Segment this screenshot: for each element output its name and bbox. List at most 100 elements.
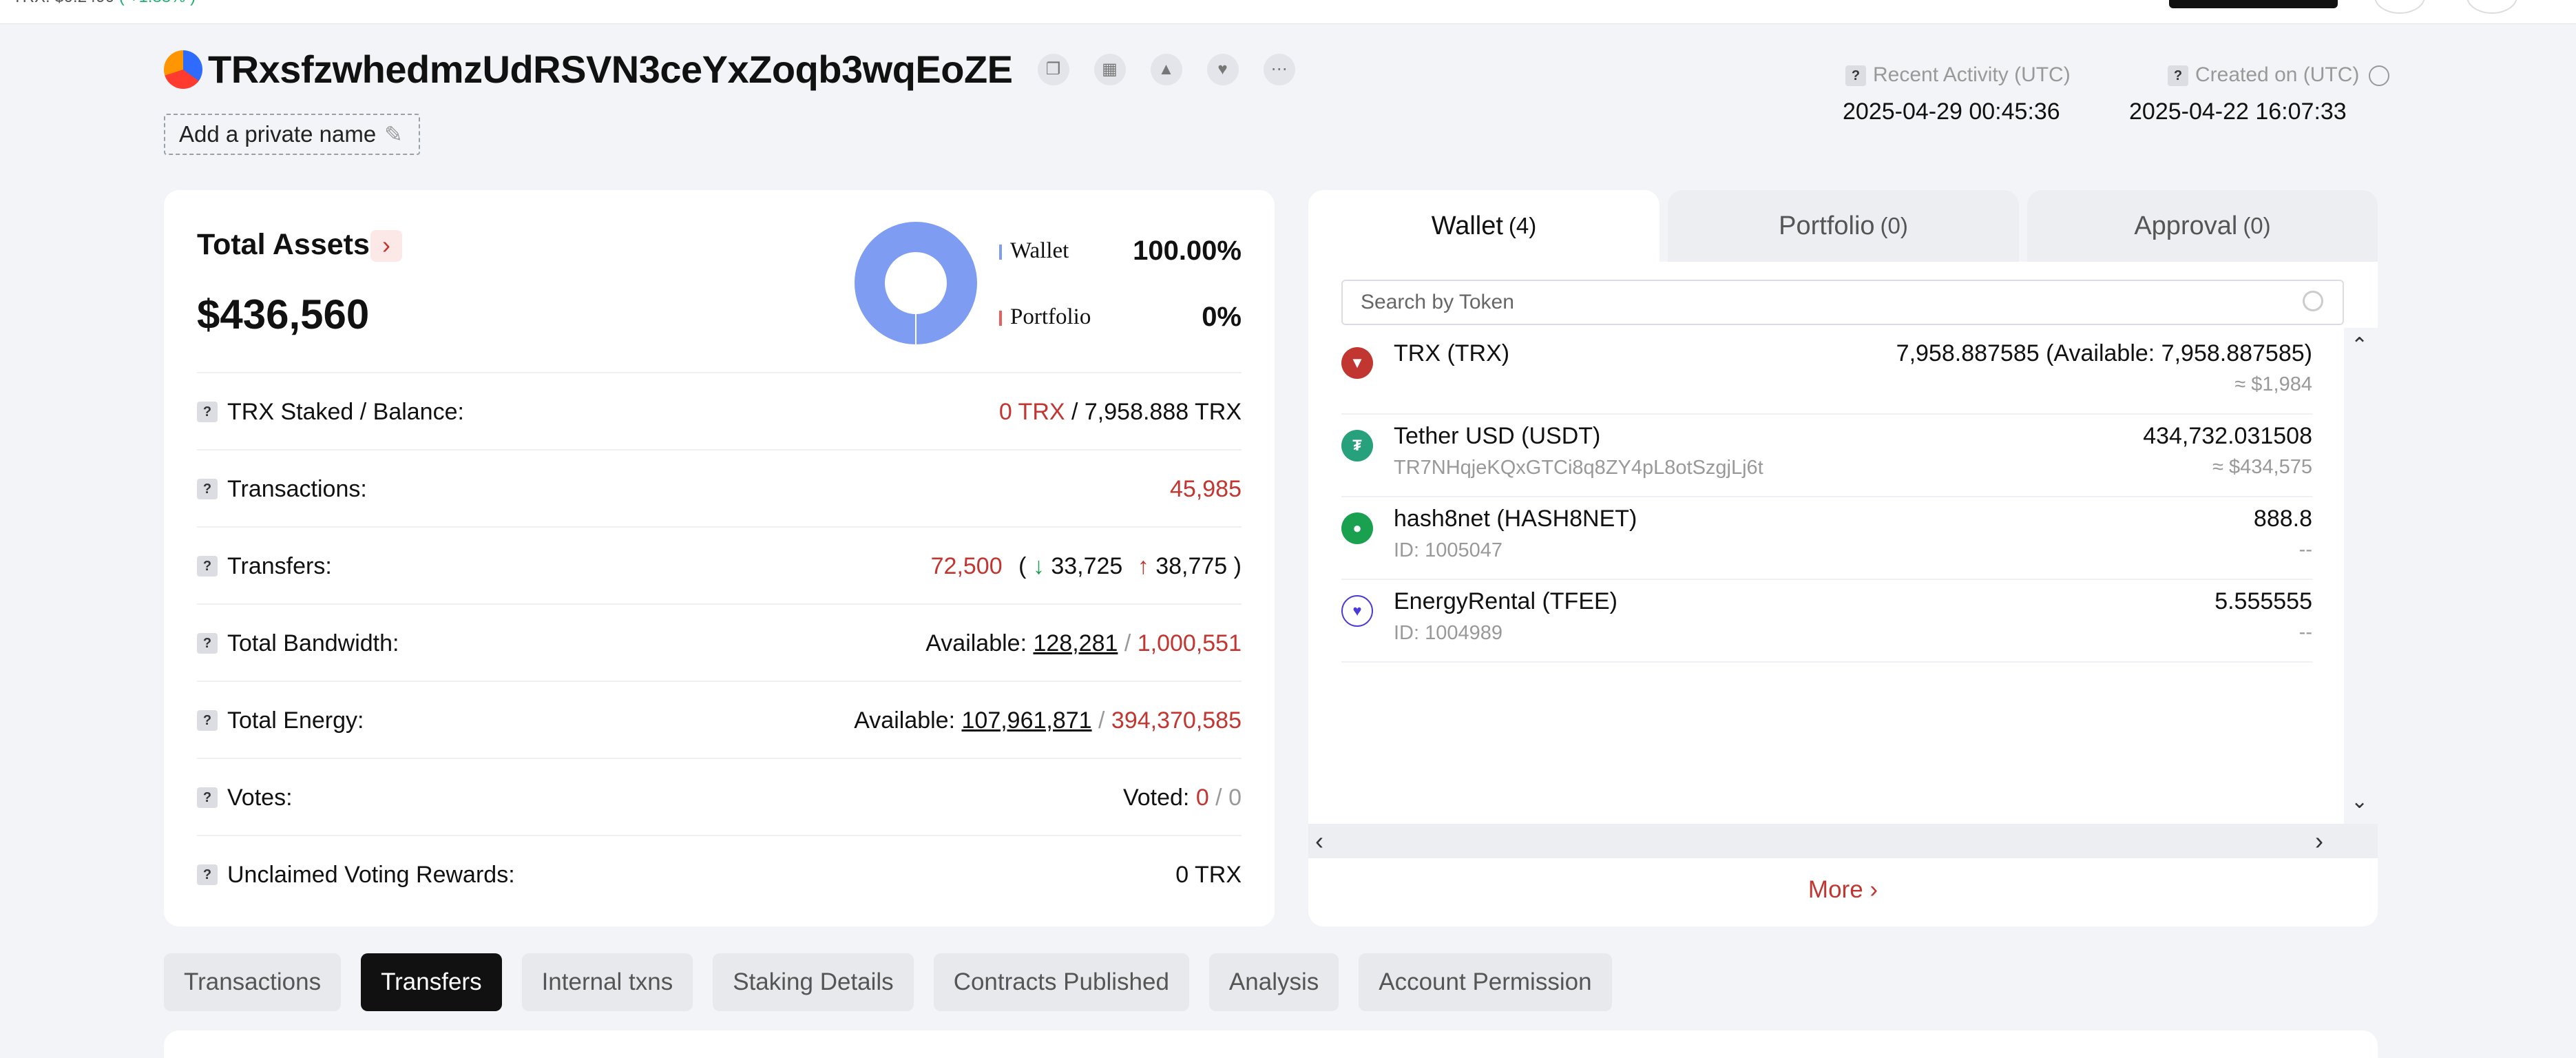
transfers-total[interactable]: 72,500 [931,553,1003,579]
help-icon[interactable]: ? [2168,65,2188,87]
help-icon[interactable]: ? [197,633,218,654]
votes-row: ? Votes: Voted: 0 / 0 [197,758,1242,836]
address-header: TRxsfzwhedmzUdRSVN3ceYxZoqb3wqEoZE ❐ ▦ ▲… [164,47,1295,92]
staked-value[interactable]: 0 TRX [999,399,1065,425]
token-name[interactable]: hash8net (HASH8NET) [1394,506,1637,532]
energy-total: 394,370,585 [1111,707,1242,734]
price-change: ( +1.88% ) [119,0,196,6]
search-icon[interactable] [2303,291,2323,311]
copy-icon[interactable]: ❐ [1037,53,1069,85]
more-icon[interactable]: ⋯ [1263,53,1295,85]
transactions-row: ? Transactions: 45,985 [197,449,1242,528]
help-icon[interactable]: ? [197,556,218,577]
help-icon[interactable]: ? [1845,65,1866,87]
staked-balance-row: ? TRX Staked / Balance: 0 TRX / 7,958.888… [197,372,1242,450]
vertical-scrollbar[interactable]: ⌃ ⌄ [2344,328,2378,824]
tab-contracts-published[interactable]: Contracts Published [933,953,1189,1011]
chevron-down-icon[interactable]: ⌄ [2351,789,2368,813]
token-usd: -- [2298,539,2312,561]
token-row[interactable]: ♥ EnergyRental (TFEE) ID: 1004989 5.5555… [1341,580,2312,663]
chevron-right-icon: › [1870,876,1878,903]
top-bar: TRX: $0.2490 ( +1.88% ) [0,0,2576,24]
trx-token-icon: ▼ [1341,347,1373,379]
tab-staking-details[interactable]: Staking Details [713,953,914,1011]
token-row[interactable]: ● hash8net (HASH8NET) ID: 1005047 888.8 … [1341,497,2312,580]
token-name[interactable]: Tether USD (USDT) [1394,423,1600,450]
token-row[interactable]: ▼ TRX (TRX) 7,958.887585 (Available: 7,9… [1341,332,2312,415]
tab-approval[interactable]: Approval (0) [2027,190,2378,262]
legend-portfolio-swatch [999,311,1002,326]
transactions-count[interactable]: 45,985 [1170,476,1242,502]
holdings-card: Wallet (4) Portfolio (0) Approval (0) Searc… [1308,190,2378,926]
token-search-input[interactable]: Search by Token [1341,280,2344,325]
total-assets-value: $436,560 [197,291,370,338]
horizontal-scrollbar[interactable]: ‹ › [1308,824,2378,858]
recent-activity-label: ? Recent Activity (UTC) [1845,63,2071,87]
tab-portfolio[interactable]: Portfolio (0) [1668,190,2019,262]
chevron-left-icon[interactable]: ‹ [1315,824,1323,858]
rewards-row: ? Unclaimed Voting Rewards: 0 TRX [197,835,1242,913]
transfers-row: ? Transfers: 72,500 ( ↓ 33,725 ↑ 38,775 ) [197,526,1242,605]
tab-internal-txns[interactable]: Internal txns [521,953,693,1011]
chevron-right-icon[interactable]: › [2315,824,2323,858]
bandwidth-available[interactable]: 128,281 [1033,630,1118,656]
header-circle-button[interactable] [2374,0,2425,14]
chevron-right-icon[interactable]: › [370,230,402,262]
arrow-up-icon: ↑ [1137,552,1149,579]
trx-price: TRX: $0.2490 ( +1.88% ) [12,0,196,7]
token-name[interactable]: EnergyRental (TFEE) [1394,588,1617,615]
token-amount: 888.8 [2253,506,2312,532]
token-name[interactable]: TRX (TRX) [1394,340,1509,367]
legend-wallet: Wallet [999,238,1069,264]
token-row[interactable]: ₮ Tether USD (USDT) TR7NHqjeKQxGTCi8q8ZY… [1341,415,2312,497]
legend-wallet-swatch [999,245,1002,260]
token-contract[interactable]: TR7NHqjeKQxGTCi8q8ZY4pL8otSzgjLj6t [1394,457,1763,479]
created-on-value: 2025-04-22 16:07:33 [2129,98,2347,125]
help-icon[interactable]: ? [197,710,218,731]
recent-activity-value: 2025-04-29 00:45:36 [1843,98,2060,125]
usdt-token-icon: ₮ [1341,430,1373,461]
token-usd: -- [2298,621,2312,643]
votes-total: 0 [1228,784,1242,811]
tab-transactions[interactable]: Transactions [164,953,342,1011]
token-usd: ≈ $434,575 [2212,456,2312,478]
transfers-out: 38,775 [1155,552,1228,579]
help-icon[interactable]: ? [197,787,218,808]
more-link[interactable]: More › [1308,876,2378,904]
votes-voted[interactable]: 0 [1196,785,1209,811]
qr-code-icon[interactable]: ▦ [1093,53,1126,85]
transfers-in: 33,725 [1051,552,1123,579]
bandwidth-row: ? Total Bandwidth: Available: 128,281 / 1… [197,603,1242,682]
help-icon[interactable]: ? [197,479,218,499]
token-amount: 5.555555 [2214,588,2312,614]
chart-icon[interactable]: ▲ [1150,53,1182,85]
heart-icon[interactable]: ♥ [1206,53,1239,85]
total-assets-title: Total Assets [197,228,370,261]
tab-account-permission[interactable]: Account Permission [1359,953,1612,1011]
rewards-value: 0 TRX [1175,861,1242,888]
tab-content-panel [164,1030,2378,1058]
token-id: ID: 1005047 [1394,539,1503,561]
help-icon[interactable]: ? [197,864,218,885]
legend-wallet-percent: 100.00% [1133,236,1242,266]
token-amount: 434,732.031508 [2143,423,2312,449]
tab-transfers[interactable]: Transfers [361,953,502,1011]
tab-analysis[interactable]: Analysis [1208,953,1339,1011]
header-circle-button[interactable] [2467,0,2517,14]
arrow-down-icon: ↓ [1032,552,1045,579]
connect-wallet-button[interactable] [2169,0,2338,8]
private-name-field[interactable]: Add a private name ✎ [164,114,420,155]
chevron-up-icon[interactable]: ⌃ [2351,333,2368,357]
clock-icon[interactable] [2369,65,2390,87]
tab-wallet[interactable]: Wallet (4) [1308,190,1659,262]
token-usd: ≈ $1,984 [2234,373,2312,395]
energy-available[interactable]: 107,961,871 [962,707,1092,734]
pencil-icon: ✎ [384,122,403,147]
hash8net-token-icon: ● [1341,512,1373,544]
help-icon[interactable]: ? [197,402,218,422]
token-id: ID: 1004989 [1394,622,1503,644]
balance-value: / 7,958.888 TRX [1065,398,1242,425]
account-avatar [164,50,202,89]
token-list: ▼ TRX (TRX) 7,958.887585 (Available: 7,9… [1341,332,2312,663]
bandwidth-total: 1,000,551 [1137,630,1242,656]
